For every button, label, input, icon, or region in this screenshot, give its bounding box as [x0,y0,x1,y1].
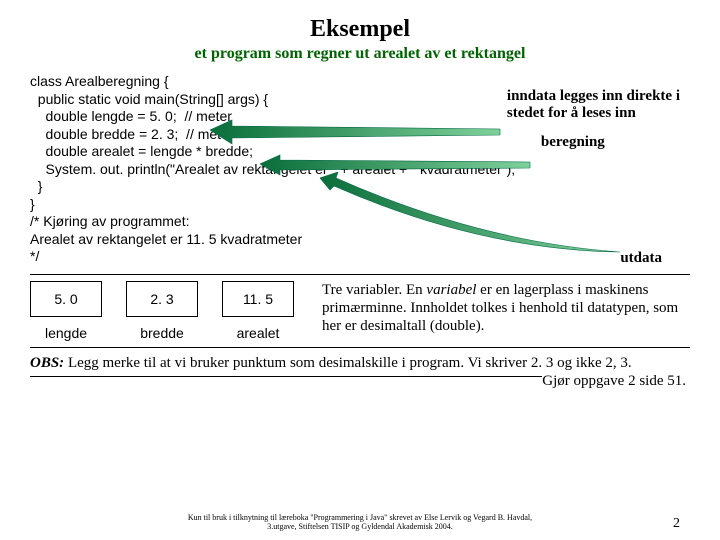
obs-task: Gjør oppgave 2 side 51. [542,372,686,391]
obs-text: Legg merke til at vi bruker punktum som … [68,355,632,371]
annot-inndata-line2: stedet for å leses inn [507,105,636,121]
var-box-arealet: 11. 5 [222,281,294,317]
divider-1 [30,274,690,275]
var-label-bredde: bredde [140,325,184,341]
footer-line2: 3.utgave, Stiftelsen TISIP og Gyldendal … [267,522,453,531]
var-box-bredde: 2. 3 [126,281,198,317]
variables-explanation: Tre variabler. En variabel er en lagerpl… [322,281,690,335]
variables-row: 5. 0 lengde 2. 3 bredde 11. 5 arealet Tr… [30,281,690,341]
obs-label: OBS: [30,355,64,371]
annotation-group: inndata legges inn direkte i stedet for … [507,88,680,151]
obs-block: OBS: Legg merke til at vi bruker punktum… [30,354,690,373]
footer-line1: Kun til bruk i tilknytning til læreboka … [188,513,532,522]
annot-utdata: utdata [620,250,662,267]
divider-2 [30,347,690,348]
var-box-lengde: 5. 0 [30,281,102,317]
page-title: Eksempel [30,16,690,43]
annot-beregning: beregning [541,134,680,151]
footer: Kun til bruk i tilknytning til læreboka … [0,514,720,532]
var-label-lengde: lengde [45,325,87,341]
page-number: 2 [673,516,680,532]
var-lengde: 5. 0 lengde [30,281,102,341]
var-arealet: 11. 5 arealet [222,281,294,341]
divider-3 [30,376,542,377]
annot-inndata-line1: inndata legges inn direkte i [507,88,680,104]
var-bredde: 2. 3 bredde [126,281,198,341]
page-subtitle: et program som regner ut arealet av et r… [30,45,690,63]
var-label-arealet: arealet [237,325,280,341]
